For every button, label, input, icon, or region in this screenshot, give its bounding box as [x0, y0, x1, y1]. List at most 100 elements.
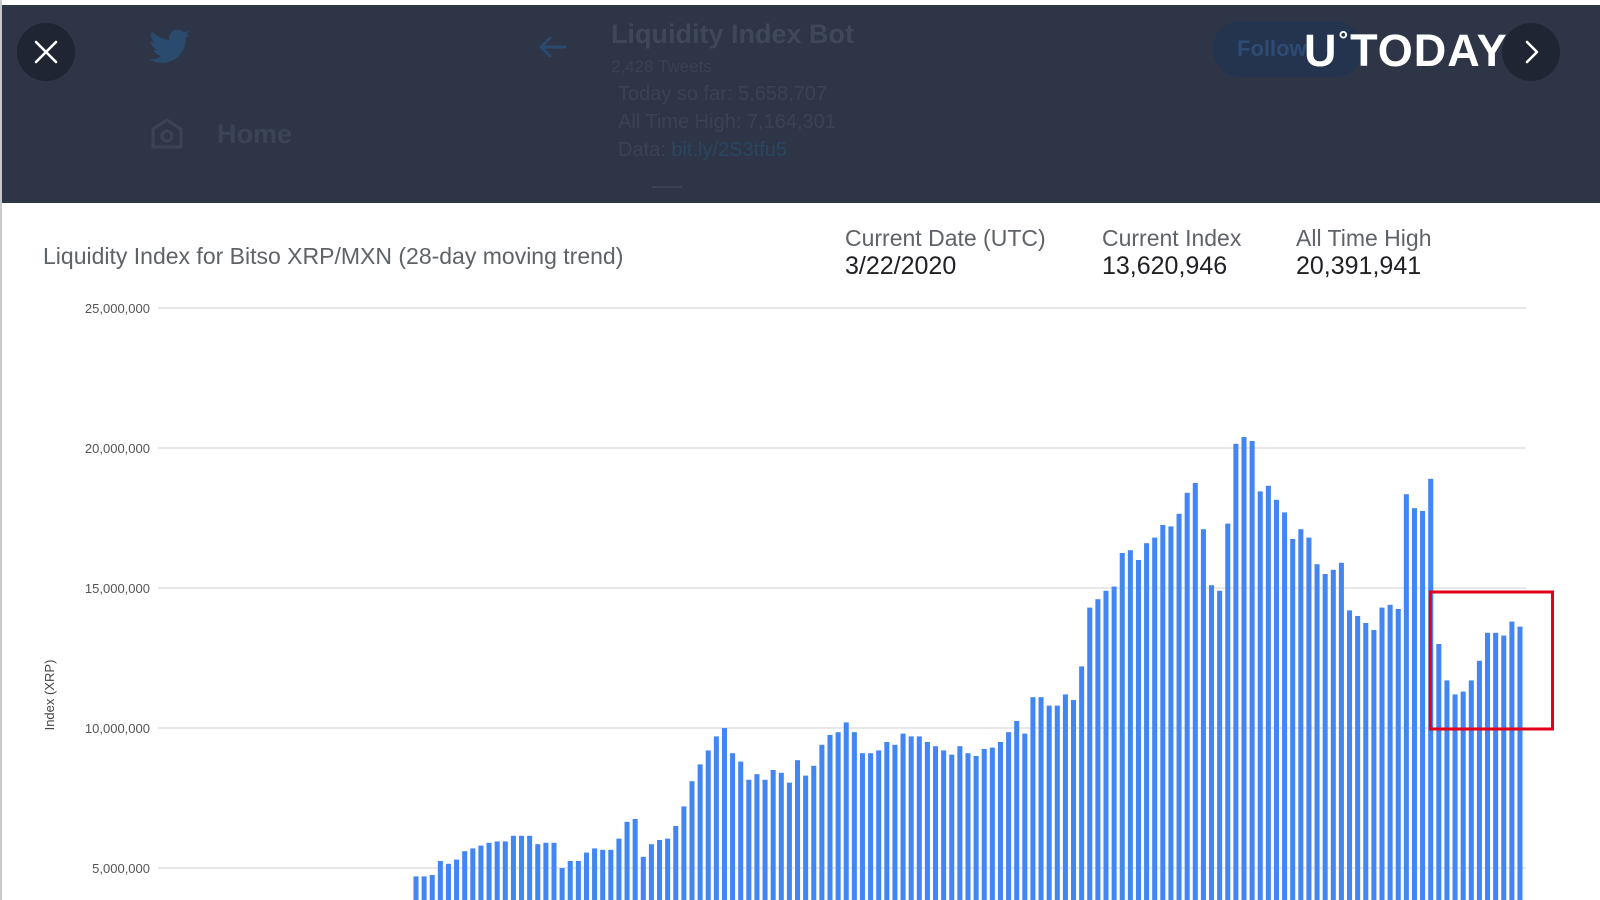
bar: [665, 838, 671, 900]
bar: [1127, 550, 1133, 900]
bar: [437, 861, 443, 900]
bar: [884, 742, 890, 900]
bar: [981, 749, 987, 900]
y-tick-label: 15,000,000: [85, 581, 150, 596]
bar: [1371, 630, 1377, 900]
bar: [1030, 697, 1036, 900]
bar: [1493, 632, 1499, 900]
bar: [892, 744, 898, 900]
bar: [786, 782, 792, 900]
bar: [1022, 733, 1028, 900]
bar: [1363, 623, 1369, 900]
bar: [795, 760, 801, 900]
bar: [1241, 437, 1247, 900]
bar: [851, 732, 857, 900]
bars: [413, 437, 1523, 900]
bar: [1338, 562, 1344, 900]
bar: [1079, 666, 1085, 900]
bar: [681, 806, 687, 900]
bar: [1184, 492, 1190, 900]
bar: [973, 756, 979, 900]
gridlines: [158, 307, 1526, 869]
bar: [1411, 508, 1417, 900]
bar: [1192, 483, 1198, 900]
bar: [1160, 525, 1166, 900]
bar: [1217, 590, 1223, 900]
bar: [730, 753, 736, 900]
y-axis-label: Index (XRP): [42, 660, 57, 731]
bar: [705, 750, 711, 900]
bar: [1038, 697, 1044, 900]
bar: [1273, 499, 1279, 900]
bar: [997, 742, 1003, 900]
bar: [1355, 616, 1361, 900]
bar: [819, 744, 825, 900]
bar: [1062, 694, 1068, 900]
bar: [1387, 604, 1393, 900]
bar: [754, 774, 760, 900]
bar: [770, 770, 776, 900]
bar: [1379, 607, 1385, 900]
bar: [908, 736, 914, 900]
bar: [657, 840, 663, 900]
bar: [502, 841, 508, 900]
bar: [1476, 660, 1482, 900]
bar: [1144, 543, 1150, 900]
bar: [592, 848, 598, 900]
bar: [1103, 590, 1109, 900]
bar: [1249, 441, 1255, 900]
bar: [1265, 485, 1271, 900]
bar: [470, 848, 476, 900]
bar: [600, 849, 606, 900]
bar: [1119, 553, 1125, 900]
bar: [486, 842, 492, 900]
bar: [1095, 599, 1101, 900]
bar: [738, 761, 744, 900]
bar: [713, 736, 719, 900]
bar: [640, 856, 646, 900]
bar: [1452, 694, 1458, 900]
bar: [478, 845, 484, 900]
bar: [1403, 494, 1409, 900]
bar: [1014, 721, 1020, 900]
bar: [1257, 491, 1263, 900]
bar: [989, 747, 995, 900]
bar: [803, 775, 809, 900]
y-tick-labels: 25,000,000 20,000,000 15,000,000 10,000,000…: [85, 301, 150, 876]
bar: [778, 772, 784, 900]
y-tick-label: 20,000,000: [85, 441, 150, 456]
bar: [624, 821, 630, 900]
bar: [868, 753, 874, 900]
bar: [632, 819, 638, 900]
bar: [494, 841, 500, 900]
bar: [648, 844, 654, 900]
bar: [567, 861, 573, 900]
bar: [543, 842, 549, 900]
bar: [1176, 513, 1182, 900]
bar: [445, 863, 451, 900]
bar: [1054, 705, 1060, 900]
bar: [1395, 609, 1401, 900]
y-tick-label: 10,000,000: [85, 721, 150, 736]
bar: [1306, 537, 1312, 900]
bar: [876, 750, 882, 900]
bar: [1460, 691, 1466, 900]
bar: [924, 742, 930, 900]
bar: [1314, 564, 1320, 900]
bar: [1509, 621, 1515, 900]
bar: [616, 838, 622, 900]
bar: [527, 835, 533, 900]
liquidity-bar-chart: 25,000,000 20,000,000 15,000,000 10,000,000…: [42, 301, 1555, 900]
bar: [1330, 569, 1336, 900]
bar: [949, 754, 955, 900]
bar: [859, 753, 865, 900]
bar: [1468, 680, 1474, 900]
bar: [1152, 537, 1158, 900]
bar: [1111, 586, 1117, 900]
bar: [1087, 607, 1093, 900]
bar: [1282, 512, 1288, 900]
bar: [1322, 574, 1328, 900]
bar: [1347, 610, 1353, 900]
bar: [697, 764, 703, 900]
bar: [673, 826, 679, 900]
